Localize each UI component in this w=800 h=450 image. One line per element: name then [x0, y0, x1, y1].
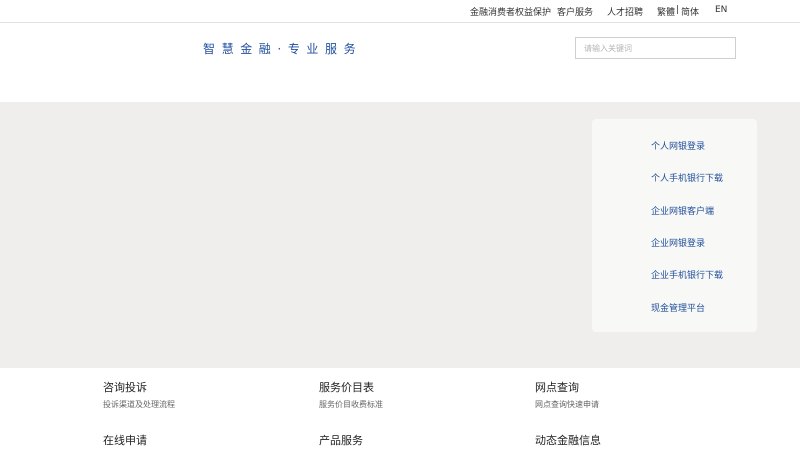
hero-banner: 个人网银登录 个人手机银行下载 企业网银客户端 企业网银登录 企业手机银行下载 …	[0, 102, 800, 368]
service-grid: 咨询投诉 投诉渠道及处理流程 服务价目表 服务价目收费标准 网点查询 网点查询快…	[0, 368, 800, 450]
personal-ebank-login-link[interactable]: 个人网银登录	[651, 139, 705, 152]
corporate-ebank-login-link[interactable]: 企业网银登录	[651, 236, 705, 249]
service-item-branch-search[interactable]: 网点查询 网点查询快速申请	[535, 379, 599, 410]
brand-slogan: 智慧金融·专业服务	[203, 42, 363, 56]
site-header: 智慧金融·专业服务	[0, 23, 800, 102]
service-item-complaints[interactable]: 咨询投诉 投诉渠道及处理流程	[103, 379, 175, 410]
service-item-financial-news[interactable]: 动态金融信息	[535, 432, 601, 448]
service-item-price-list[interactable]: 服务价目表 服务价目收费标准	[319, 379, 383, 410]
careers-link[interactable]: 人才招聘	[607, 5, 643, 18]
customer-service-link[interactable]: 客户服务	[557, 5, 593, 18]
corporate-mobile-bank-download-link[interactable]: 企业手机银行下载	[651, 268, 723, 281]
service-item-products[interactable]: 产品服务	[319, 432, 363, 448]
service-description: 服务价目收费标准	[319, 400, 383, 409]
personal-mobile-bank-download-link[interactable]: 个人手机银行下载	[651, 171, 723, 184]
corporate-ebank-client-link[interactable]: 企业网银客户端	[651, 204, 714, 217]
traditional-chinese-link[interactable]: 繁體	[657, 5, 675, 18]
service-title: 在线申请	[103, 434, 147, 447]
login-panel: 个人网银登录 个人手机银行下载 企业网银客户端 企业网银登录 企业手机银行下载 …	[592, 119, 757, 332]
service-title: 网点查询	[535, 381, 579, 394]
service-item-online-application[interactable]: 在线申请	[103, 432, 147, 448]
service-title: 咨询投诉	[103, 381, 147, 394]
service-description: 投诉渠道及处理流程	[103, 400, 175, 409]
service-title: 服务价目表	[319, 381, 374, 394]
simplified-chinese-link[interactable]: 简体	[681, 5, 699, 18]
service-title: 产品服务	[319, 434, 363, 447]
cash-management-platform-link[interactable]: 现金管理平台	[651, 301, 705, 314]
search-input[interactable]	[575, 37, 736, 59]
top-utility-bar: 金融消费者权益保护 客户服务 人才招聘 繁體 | 简体 EN	[0, 0, 800, 23]
service-title: 动态金融信息	[535, 434, 601, 447]
consumer-protection-link[interactable]: 金融消费者权益保护	[470, 5, 551, 18]
language-separator: |	[676, 5, 680, 15]
english-link[interactable]: EN	[715, 5, 727, 15]
service-description: 网点查询快速申请	[535, 400, 599, 409]
